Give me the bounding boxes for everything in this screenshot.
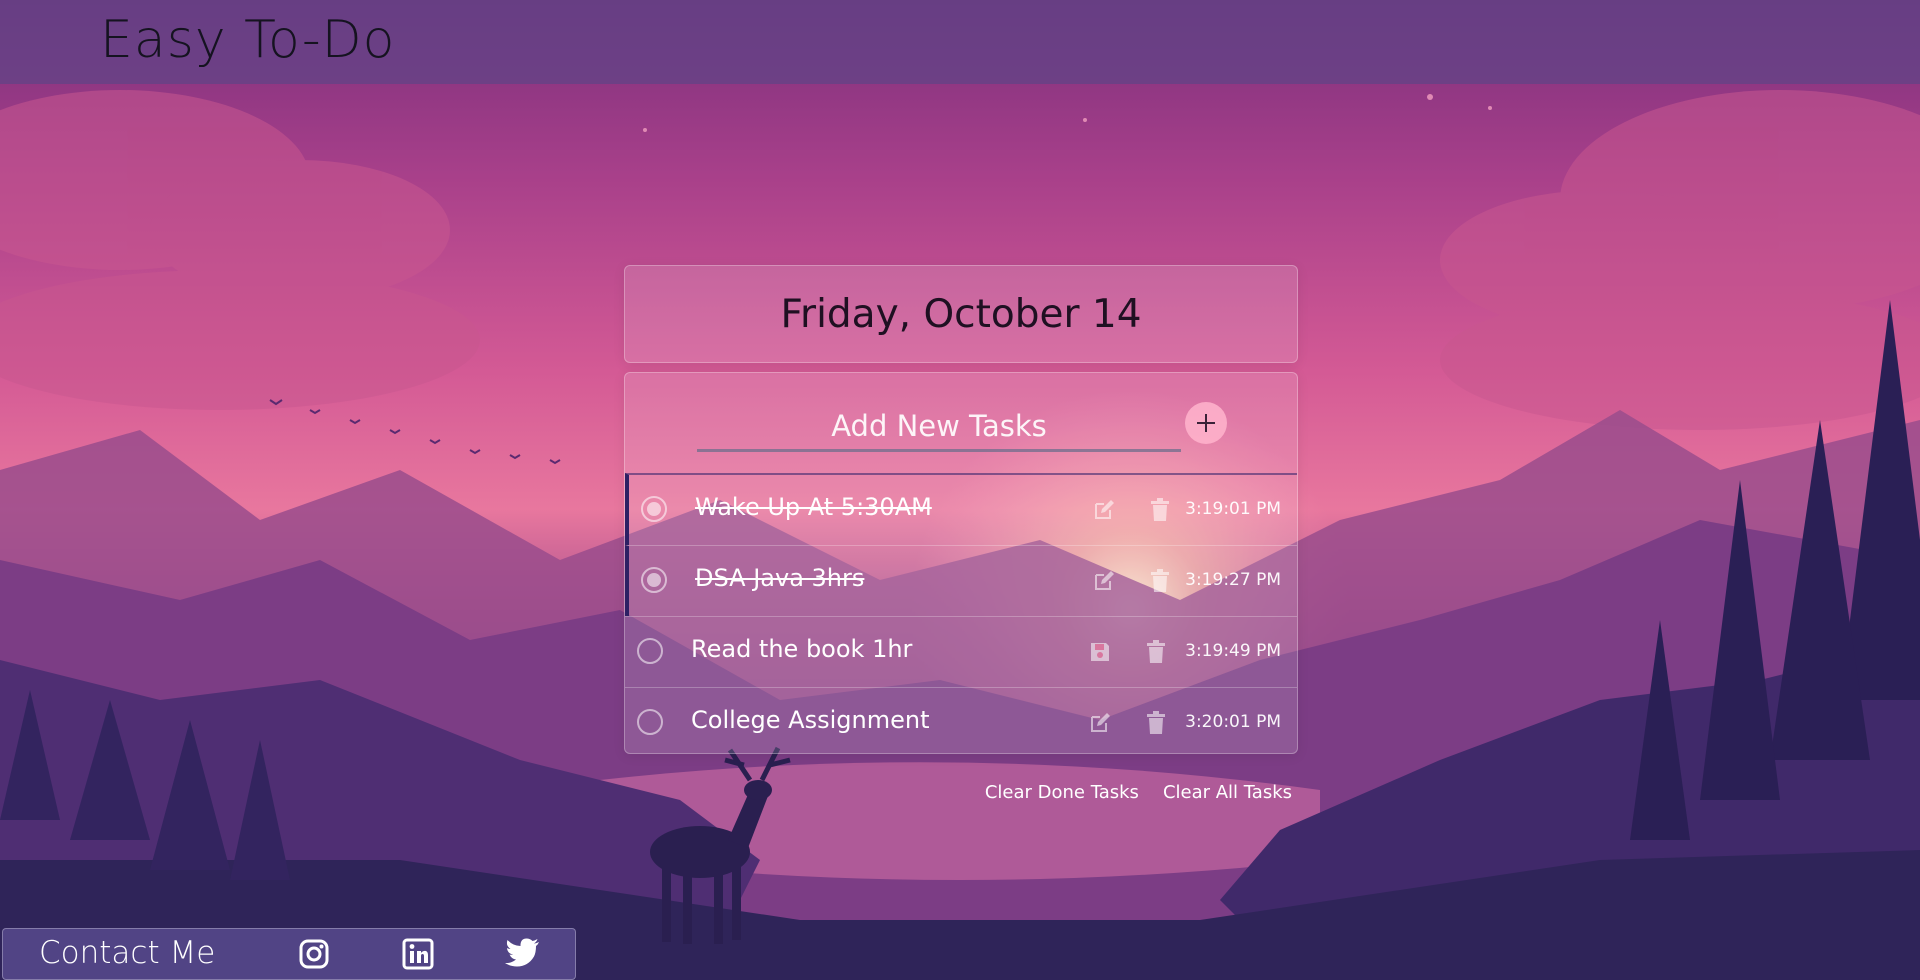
date-card: Friday, October 14 [624, 265, 1298, 363]
task-list: Wake Up At 5:30AM 3:19:01 PM DSA Java 3h… [625, 473, 1297, 758]
instagram-icon [299, 939, 329, 969]
clear-done-button[interactable]: Clear Done Tasks [985, 782, 1139, 803]
twitter-icon [505, 938, 539, 967]
edit-icon [1095, 500, 1114, 519]
task-text: College Assignment [691, 706, 930, 734]
task-timestamp: 3:19:49 PM [1185, 641, 1281, 661]
task-checkbox[interactable] [637, 638, 663, 664]
task-text: Wake Up At 5:30AM [695, 493, 932, 521]
edit-icon [1091, 713, 1110, 732]
task-checkbox[interactable] [637, 709, 663, 735]
task-timestamp: 3:20:01 PM [1185, 712, 1281, 732]
instagram-link[interactable] [297, 937, 331, 971]
task-row: Read the book 1hr 3:19:49 PM [625, 616, 1297, 687]
new-task-input[interactable] [697, 403, 1181, 452]
checked-indicator [647, 573, 661, 587]
contact-label: Contact Me [39, 935, 216, 971]
delete-button[interactable] [1145, 495, 1175, 525]
save-button[interactable] [1085, 637, 1115, 667]
task-timestamp: 3:19:27 PM [1185, 570, 1281, 590]
delete-button[interactable] [1141, 708, 1171, 738]
task-checkbox[interactable] [641, 496, 667, 522]
task-timestamp: 3:19:01 PM [1185, 499, 1281, 519]
trash-icon [1151, 498, 1169, 521]
edit-icon [1095, 571, 1114, 590]
task-card: Wake Up At 5:30AM 3:19:01 PM DSA Java 3h… [624, 372, 1298, 754]
linkedin-link[interactable] [401, 937, 435, 971]
plus-icon [1197, 414, 1215, 432]
clear-all-button[interactable]: Clear All Tasks [1163, 782, 1292, 803]
save-icon [1091, 643, 1109, 661]
top-bar: Easy To-Do [0, 0, 1920, 84]
task-row: DSA Java 3hrs 3:19:27 PM [625, 545, 1297, 616]
contact-footer: Contact Me [2, 928, 576, 980]
edit-button[interactable] [1089, 566, 1119, 596]
delete-button[interactable] [1145, 566, 1175, 596]
trash-icon [1147, 711, 1165, 734]
task-row: College Assignment 3:20:01 PM [625, 687, 1297, 758]
trash-icon [1147, 640, 1165, 663]
twitter-link[interactable] [505, 937, 539, 971]
linkedin-icon [402, 938, 434, 970]
edit-button[interactable] [1089, 495, 1119, 525]
add-task-row [625, 373, 1297, 473]
checked-indicator [647, 502, 661, 516]
clear-actions: Clear Done Tasks Clear All Tasks [985, 782, 1292, 803]
task-text: DSA Java 3hrs [695, 564, 865, 592]
edit-button[interactable] [1085, 708, 1115, 738]
current-date: Friday, October 14 [780, 291, 1142, 337]
delete-button[interactable] [1141, 637, 1171, 667]
add-task-button[interactable] [1185, 402, 1227, 444]
task-text: Read the book 1hr [691, 635, 913, 663]
task-row: Wake Up At 5:30AM 3:19:01 PM [625, 473, 1297, 545]
app-title: Easy To-Do [100, 10, 396, 70]
trash-icon [1151, 569, 1169, 592]
task-checkbox[interactable] [641, 567, 667, 593]
